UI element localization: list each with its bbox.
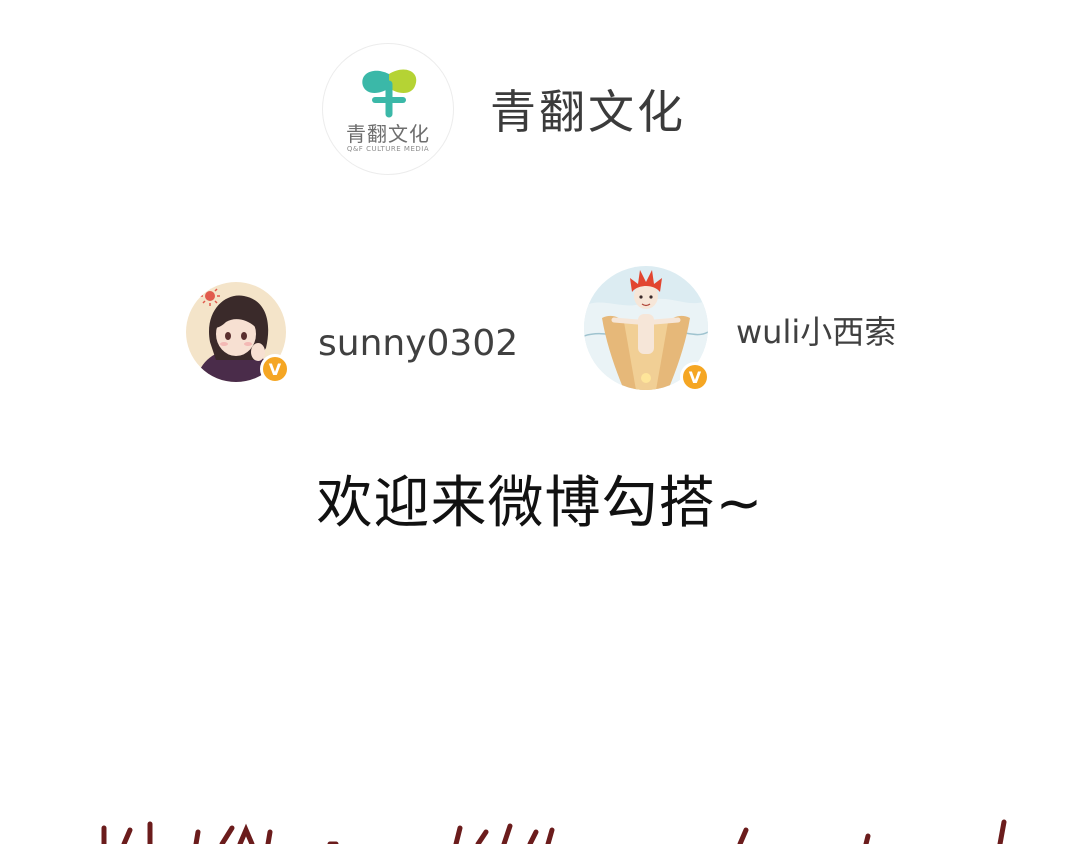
welcome-message: 欢迎来微博勾搭~ [316, 471, 764, 536]
verified-badge-icon: V [680, 362, 710, 392]
verified-badge-icon: V [260, 354, 290, 384]
author-wuli-xiaoxisuo[interactable]: V wuli小西索 [584, 266, 896, 392]
avatar-wrap: V [186, 282, 290, 384]
logo-name: 青翻文化 [346, 122, 430, 146]
author-name[interactable]: sunny0302 [318, 301, 518, 364]
publisher-logo[interactable]: 青翻文化 Q&F CULTURE MEDIA [322, 43, 454, 175]
avatar-wrap: V [584, 266, 710, 392]
logo-tagline: Q&F CULTURE MEDIA [346, 145, 430, 153]
author-name[interactable]: wuli小西索 [736, 303, 896, 353]
publisher-header: 青翻文化 Q&F CULTURE MEDIA 青翻文化 [322, 43, 686, 175]
publisher-name[interactable]: 青翻文化 [490, 76, 686, 142]
bottom-handwriting-decoration [101, 819, 1007, 844]
sprout-logo-icon [362, 69, 417, 118]
author-sunny0302[interactable]: V sunny0302 [186, 282, 518, 384]
